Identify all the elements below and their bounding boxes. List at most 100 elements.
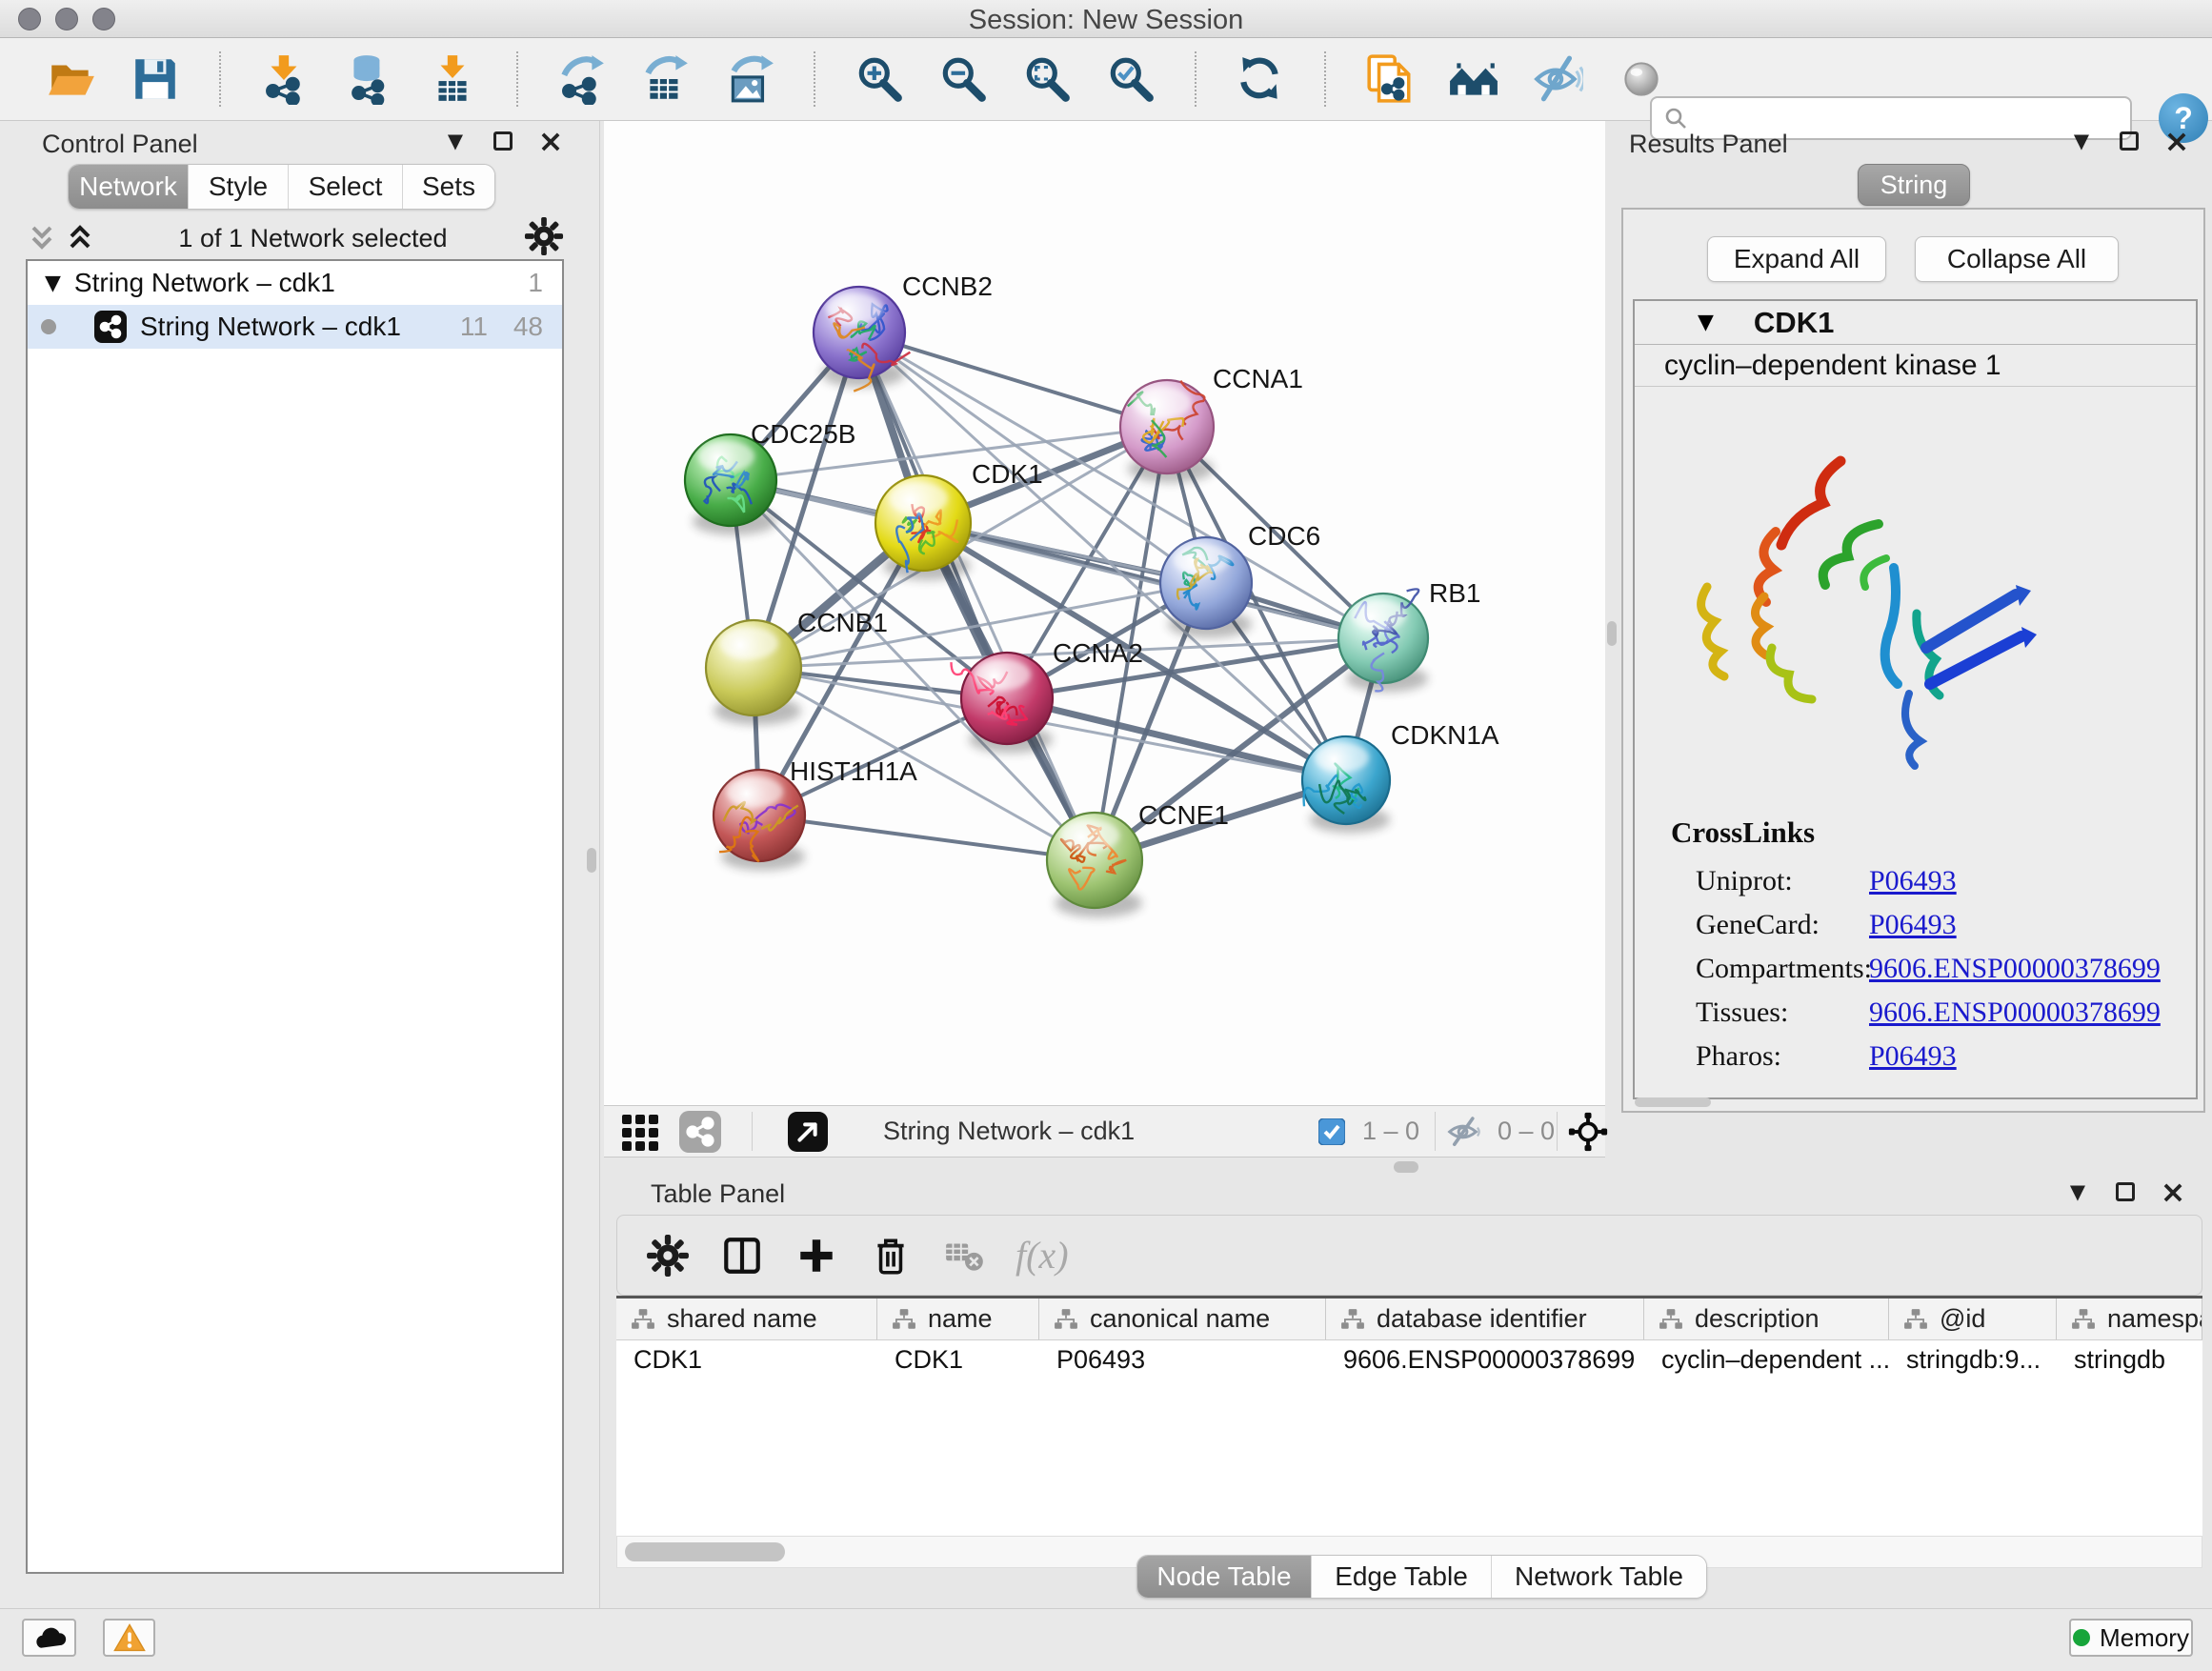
panel-float-icon[interactable] <box>489 127 517 155</box>
first-neighbors-icon[interactable] <box>1446 51 1501 107</box>
selected-checkbox-icon[interactable] <box>1318 1106 1345 1157</box>
table-options-gear-icon[interactable] <box>644 1232 692 1279</box>
table-cell[interactable]: stringdb <box>2057 1345 2202 1375</box>
expand-all-chevron-icon[interactable] <box>64 222 96 254</box>
network-node-CCNE1[interactable] <box>1047 813 1142 917</box>
window-title: Session: New Session <box>0 5 2212 36</box>
table-cell[interactable]: 9606.ENSP00000378699 <box>1326 1345 1644 1375</box>
table-tabs: Node TableEdge TableNetwork Table <box>1136 1555 1707 1599</box>
collapse-all-chevron-icon[interactable] <box>26 222 58 254</box>
add-column-icon[interactable] <box>793 1232 840 1279</box>
column-type-icon <box>1903 1308 1928 1331</box>
cloud-status-button[interactable] <box>22 1619 76 1657</box>
network-node-CDC6[interactable] <box>1160 537 1252 638</box>
hidden-eye-slash-icon[interactable] <box>1446 1106 1482 1157</box>
import-network-icon[interactable] <box>257 51 312 107</box>
results-scrollbar-thumb[interactable] <box>1635 1097 1711 1107</box>
export-image-icon[interactable] <box>722 51 777 107</box>
column-header-description[interactable]: description <box>1644 1299 1889 1339</box>
export-table-icon[interactable] <box>638 51 694 107</box>
zoom-selected-icon[interactable] <box>1103 51 1158 107</box>
scrollbar-thumb[interactable] <box>625 1542 785 1561</box>
panel-menu-icon[interactable]: ▼ <box>441 127 470 155</box>
collection-count: 1 <box>528 268 543 298</box>
tab-select[interactable]: Select <box>289 165 403 209</box>
network-node-RB1[interactable] <box>1338 589 1428 692</box>
column-header-@id[interactable]: @id <box>1889 1299 2057 1339</box>
grid-view-icon[interactable] <box>620 1106 662 1157</box>
expand-all-button[interactable]: Expand All <box>1707 236 1886 282</box>
crosslink-link-compartments[interactable]: 9606.ENSP00000378699 <box>1869 953 2161 985</box>
collapse-all-button[interactable]: Collapse All <box>1915 236 2119 282</box>
column-header-namespace[interactable]: namespace <box>2057 1299 2202 1339</box>
tab-network-table[interactable]: Network Table <box>1492 1556 1706 1598</box>
network-share-icon[interactable] <box>679 1106 721 1157</box>
gene-header[interactable]: ▼ CDK1 <box>1635 301 2196 345</box>
panel-close-icon[interactable]: × <box>536 127 565 155</box>
network-node-CCNB1[interactable] <box>706 620 801 725</box>
network-node-CDC25B[interactable] <box>685 434 776 535</box>
gene-expand-icon[interactable]: ▼ <box>1698 311 1714 334</box>
network-collection-row[interactable]: ▼ String Network – cdk1 1 <box>28 261 562 305</box>
network-node-CCNA1[interactable] <box>1120 380 1214 483</box>
node-gloss <box>697 441 754 473</box>
network-node-CDK1[interactable] <box>875 475 971 580</box>
zoom-in-icon[interactable] <box>852 51 907 107</box>
column-header-canonical-name[interactable]: canonical name <box>1039 1299 1326 1339</box>
clone-network-icon[interactable] <box>1362 51 1418 107</box>
show-columns-icon[interactable] <box>718 1232 766 1279</box>
column-header-database-identifier[interactable]: database identifier <box>1326 1299 1644 1339</box>
tab-network[interactable]: Network <box>69 165 189 209</box>
panel-float-icon[interactable] <box>2111 1178 2140 1206</box>
hide-selected-eye-icon[interactable] <box>1530 51 1585 107</box>
tab-string[interactable]: String <box>1858 164 1970 206</box>
network-node-CCNB2[interactable] <box>814 287 910 392</box>
tab-edge-table[interactable]: Edge Table <box>1312 1556 1492 1598</box>
network-node-CDKN1A[interactable] <box>1302 736 1390 833</box>
panel-close-icon[interactable]: × <box>2159 1178 2187 1206</box>
tree-expand-icon[interactable]: ▼ <box>45 272 61 295</box>
import-table-icon[interactable] <box>425 51 480 107</box>
zoom-fit-icon[interactable] <box>1019 51 1075 107</box>
network-canvas[interactable]: CCNB2CCNA1CDC25BCDK1CDC6RB1CCNB1CCNA2CDK… <box>604 121 1605 1105</box>
save-session-icon[interactable] <box>128 51 183 107</box>
crosslink-link-pharos[interactable]: P06493 <box>1869 1040 1957 1073</box>
open-session-icon[interactable] <box>44 51 99 107</box>
import-network-database-icon[interactable] <box>341 51 396 107</box>
panel-menu-icon[interactable]: ▼ <box>2067 127 2096 155</box>
table-cell[interactable]: stringdb:9... <box>1889 1345 2057 1375</box>
table-cell[interactable]: CDK1 <box>616 1345 877 1375</box>
memory-button[interactable]: Memory <box>2069 1619 2193 1657</box>
network-options-gear-icon[interactable] <box>524 216 564 261</box>
edge-CCNE1-HIST1H1A[interactable] <box>759 815 1095 860</box>
tab-node-table[interactable]: Node Table <box>1137 1556 1312 1598</box>
panel-float-icon[interactable] <box>2115 127 2143 155</box>
left-split-handle[interactable] <box>587 848 596 873</box>
crosslink-link-tissues[interactable]: 9606.ENSP00000378699 <box>1869 997 2161 1029</box>
column-header-shared-name[interactable]: shared name <box>616 1299 877 1339</box>
tab-style[interactable]: Style <box>189 165 289 209</box>
fit-content-crosshair-icon[interactable] <box>1568 1106 1608 1157</box>
network-view: CCNB2CCNA1CDC25BCDK1CDC6RB1CCNB1CCNA2CDK… <box>604 121 1605 1158</box>
birds-eye-view-icon[interactable] <box>788 1106 828 1157</box>
title-bar: Session: New Session <box>0 0 2212 38</box>
warning-status-button[interactable] <box>103 1619 155 1657</box>
panel-menu-icon[interactable]: ▼ <box>2063 1178 2092 1206</box>
delete-column-trash-icon[interactable] <box>867 1232 915 1279</box>
table-cell[interactable]: P06493 <box>1039 1345 1326 1375</box>
bottom-split-handle[interactable] <box>1394 1161 1418 1173</box>
refresh-icon[interactable] <box>1233 51 1288 107</box>
table-row[interactable]: CDK1CDK1P064939606.ENSP00000378699cyclin… <box>616 1340 2202 1379</box>
tab-sets[interactable]: Sets <box>403 165 494 209</box>
table-cell[interactable]: cyclin–dependent ... <box>1644 1345 1889 1375</box>
network-row-selected[interactable]: String Network – cdk1 11 48 <box>28 305 562 349</box>
export-network-icon[interactable] <box>554 51 610 107</box>
edge-CCNA1-CCNB2[interactable] <box>859 332 1167 427</box>
zoom-out-icon[interactable] <box>935 51 991 107</box>
crosslink-link-uniprot[interactable]: P06493 <box>1869 865 1957 897</box>
crosslink-link-genecard[interactable]: P06493 <box>1869 909 1957 941</box>
panel-close-icon[interactable]: × <box>2162 127 2191 155</box>
right-split-handle[interactable] <box>1607 621 1617 646</box>
table-cell[interactable]: CDK1 <box>877 1345 1039 1375</box>
column-header-name[interactable]: name <box>877 1299 1039 1339</box>
